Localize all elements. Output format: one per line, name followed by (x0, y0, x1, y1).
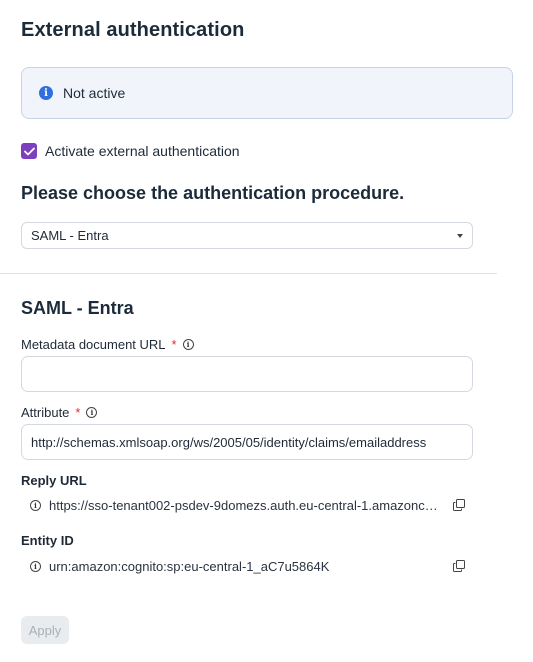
info-icon[interactable]: i (86, 407, 98, 418)
activate-checkbox[interactable] (21, 143, 37, 159)
caret-down-icon (457, 234, 463, 238)
required-marker: * (75, 405, 81, 420)
info-icon: i (30, 500, 41, 511)
info-icon[interactable]: i (182, 339, 194, 350)
reply-url-row: i https://sso-tenant002-psdev-9domezs.au… (30, 498, 465, 513)
required-marker: * (171, 337, 177, 352)
status-notice: i Not active (21, 67, 513, 119)
notice-text: Not active (63, 85, 126, 101)
attribute-label: Attribute * i (21, 405, 98, 420)
activate-external-auth-row[interactable]: Activate external authentication (21, 143, 240, 159)
copy-icon[interactable] (453, 499, 465, 511)
procedure-select[interactable]: SAML - Entra (21, 222, 473, 249)
copy-icon[interactable] (453, 560, 465, 572)
attribute-label-text: Attribute (21, 405, 70, 420)
entity-id-label: Entity ID (21, 533, 74, 548)
procedure-heading: Please choose the authentication procedu… (21, 183, 405, 203)
section-divider (0, 273, 497, 274)
reply-url-value: https://sso-tenant002-psdev-9domezs.auth… (49, 498, 441, 513)
metadata-url-input[interactable] (21, 356, 473, 392)
saml-section-title: SAML - Entra (21, 298, 134, 318)
metadata-url-label-text: Metadata document URL (21, 337, 166, 352)
info-icon: i (30, 561, 41, 572)
checkmark-icon (23, 147, 35, 155)
info-icon: i (39, 86, 53, 100)
activate-checkbox-label[interactable]: Activate external authentication (45, 143, 240, 159)
metadata-url-label: Metadata document URL * i (21, 337, 194, 352)
reply-url-label: Reply URL (21, 473, 87, 488)
entity-id-row: i urn:amazon:cognito:sp:eu-central-1_aC7… (30, 559, 465, 574)
procedure-select-value: SAML - Entra (31, 228, 109, 243)
page-title: External authentication (21, 19, 245, 41)
entity-id-value: urn:amazon:cognito:sp:eu-central-1_aC7u5… (49, 559, 330, 574)
attribute-input[interactable] (21, 424, 473, 460)
apply-button[interactable]: Apply (21, 616, 69, 644)
